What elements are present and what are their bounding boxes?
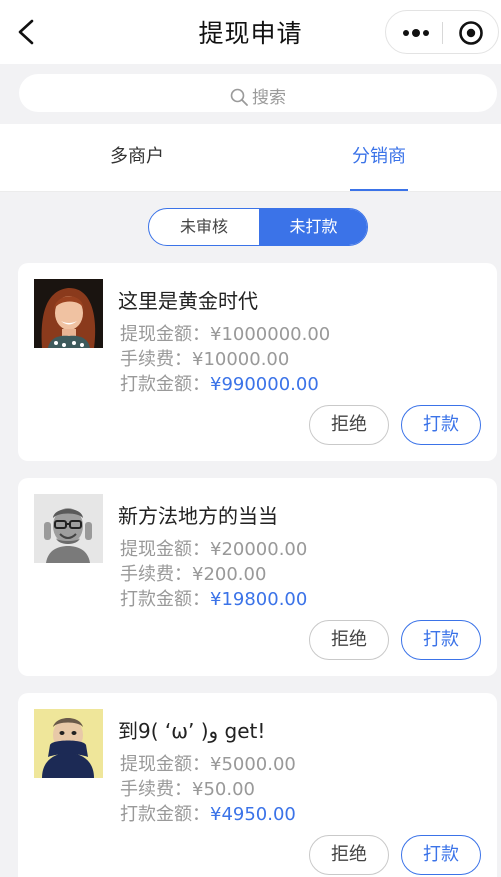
withdrawal-card: 到9( ‘ω’ )و get! 提现金额：¥5000.00 手续费：¥50.00… — [18, 693, 497, 877]
fee-line: 手续费：¥10000.00 — [120, 345, 289, 371]
paid-amount-value: ¥990000.00 — [210, 374, 319, 395]
paid-amount-value: ¥19800.00 — [210, 589, 308, 610]
segment-unpaid[interactable]: 未打款 — [259, 209, 367, 245]
fee-label: 手续费： — [120, 349, 192, 370]
mini-program-capsule — [385, 10, 499, 54]
fee-line: 手续费：¥200.00 — [120, 560, 266, 586]
paid-amount-line: 打款金额：¥990000.00 — [120, 370, 319, 396]
tab-bar: 多商户 分销商 — [0, 124, 501, 192]
fee-line: 手续费：¥50.00 — [120, 775, 255, 801]
more-dots-icon[interactable] — [400, 23, 432, 43]
fee-value: ¥50.00 — [192, 779, 255, 800]
user-name: 到9( ‘ω’ )و get! — [118, 719, 266, 743]
paid-amount-label: 打款金额： — [120, 804, 210, 825]
man-glasses-avatar — [34, 494, 103, 563]
segment-unreviewed[interactable]: 未审核 — [149, 209, 259, 245]
fee-label: 手续费： — [120, 779, 192, 800]
reject-button[interactable]: 拒绝 — [309, 835, 389, 875]
withdrawal-card: 新方法地方的当当 提现金额：¥20000.00 手续费：¥200.00 打款金额… — [18, 478, 497, 676]
paid-amount-label: 打款金额： — [120, 589, 210, 610]
withdraw-amount-label: 提现金额： — [120, 324, 210, 345]
withdraw-amount-line: 提现金额：¥5000.00 — [120, 750, 296, 776]
fee-label: 手续费： — [120, 564, 192, 585]
withdraw-amount-value: ¥5000.00 — [210, 754, 296, 775]
search-placeholder-row: 搜索 — [19, 83, 497, 108]
withdraw-amount-value: ¥20000.00 — [210, 539, 308, 560]
withdrawal-card: 这里是黄金时代 提现金额：¥1000000.00 手续费：¥10000.00 打… — [18, 263, 497, 461]
fee-value: ¥200.00 — [192, 564, 267, 585]
search-bar: 搜索 — [9, 64, 501, 124]
tab-active-indicator — [350, 189, 408, 191]
capsule-divider — [442, 22, 443, 44]
paid-amount-line: 打款金额：¥4950.00 — [120, 800, 296, 826]
withdraw-amount-line: 提现金额：¥20000.00 — [120, 535, 307, 561]
tab-multi-merchant[interactable]: 多商户 — [82, 124, 192, 192]
pay-button[interactable]: 打款 — [401, 405, 481, 445]
withdraw-amount-value: ¥1000000.00 — [210, 324, 331, 345]
woman-portrait-avatar — [34, 279, 103, 348]
nav-bar: 提现申请 — [0, 0, 501, 64]
tab-distributor[interactable]: 分销商 — [340, 124, 418, 192]
reject-button[interactable]: 拒绝 — [309, 620, 389, 660]
paid-amount-line: 打款金额：¥19800.00 — [120, 585, 307, 611]
reject-button[interactable]: 拒绝 — [309, 405, 389, 445]
search-placeholder: 搜索 — [252, 88, 286, 108]
target-circle-icon[interactable] — [457, 19, 485, 47]
pay-button[interactable]: 打款 — [401, 835, 481, 875]
withdraw-amount-label: 提现金额： — [120, 539, 210, 560]
user-name: 新方法地方的当当 — [118, 504, 278, 528]
search-input[interactable]: 搜索 — [19, 74, 497, 112]
paid-amount-value: ¥4950.00 — [210, 804, 296, 825]
man-scarf-avatar — [34, 709, 103, 778]
fee-value: ¥10000.00 — [192, 349, 290, 370]
withdraw-amount-label: 提现金额： — [120, 754, 210, 775]
search-icon — [230, 88, 248, 106]
pay-button[interactable]: 打款 — [401, 620, 481, 660]
paid-amount-label: 打款金额： — [120, 374, 210, 395]
withdraw-amount-line: 提现金额：¥1000000.00 — [120, 320, 330, 346]
user-name: 这里是黄金时代 — [118, 289, 258, 313]
status-segment: 未审核 未打款 — [148, 208, 368, 246]
